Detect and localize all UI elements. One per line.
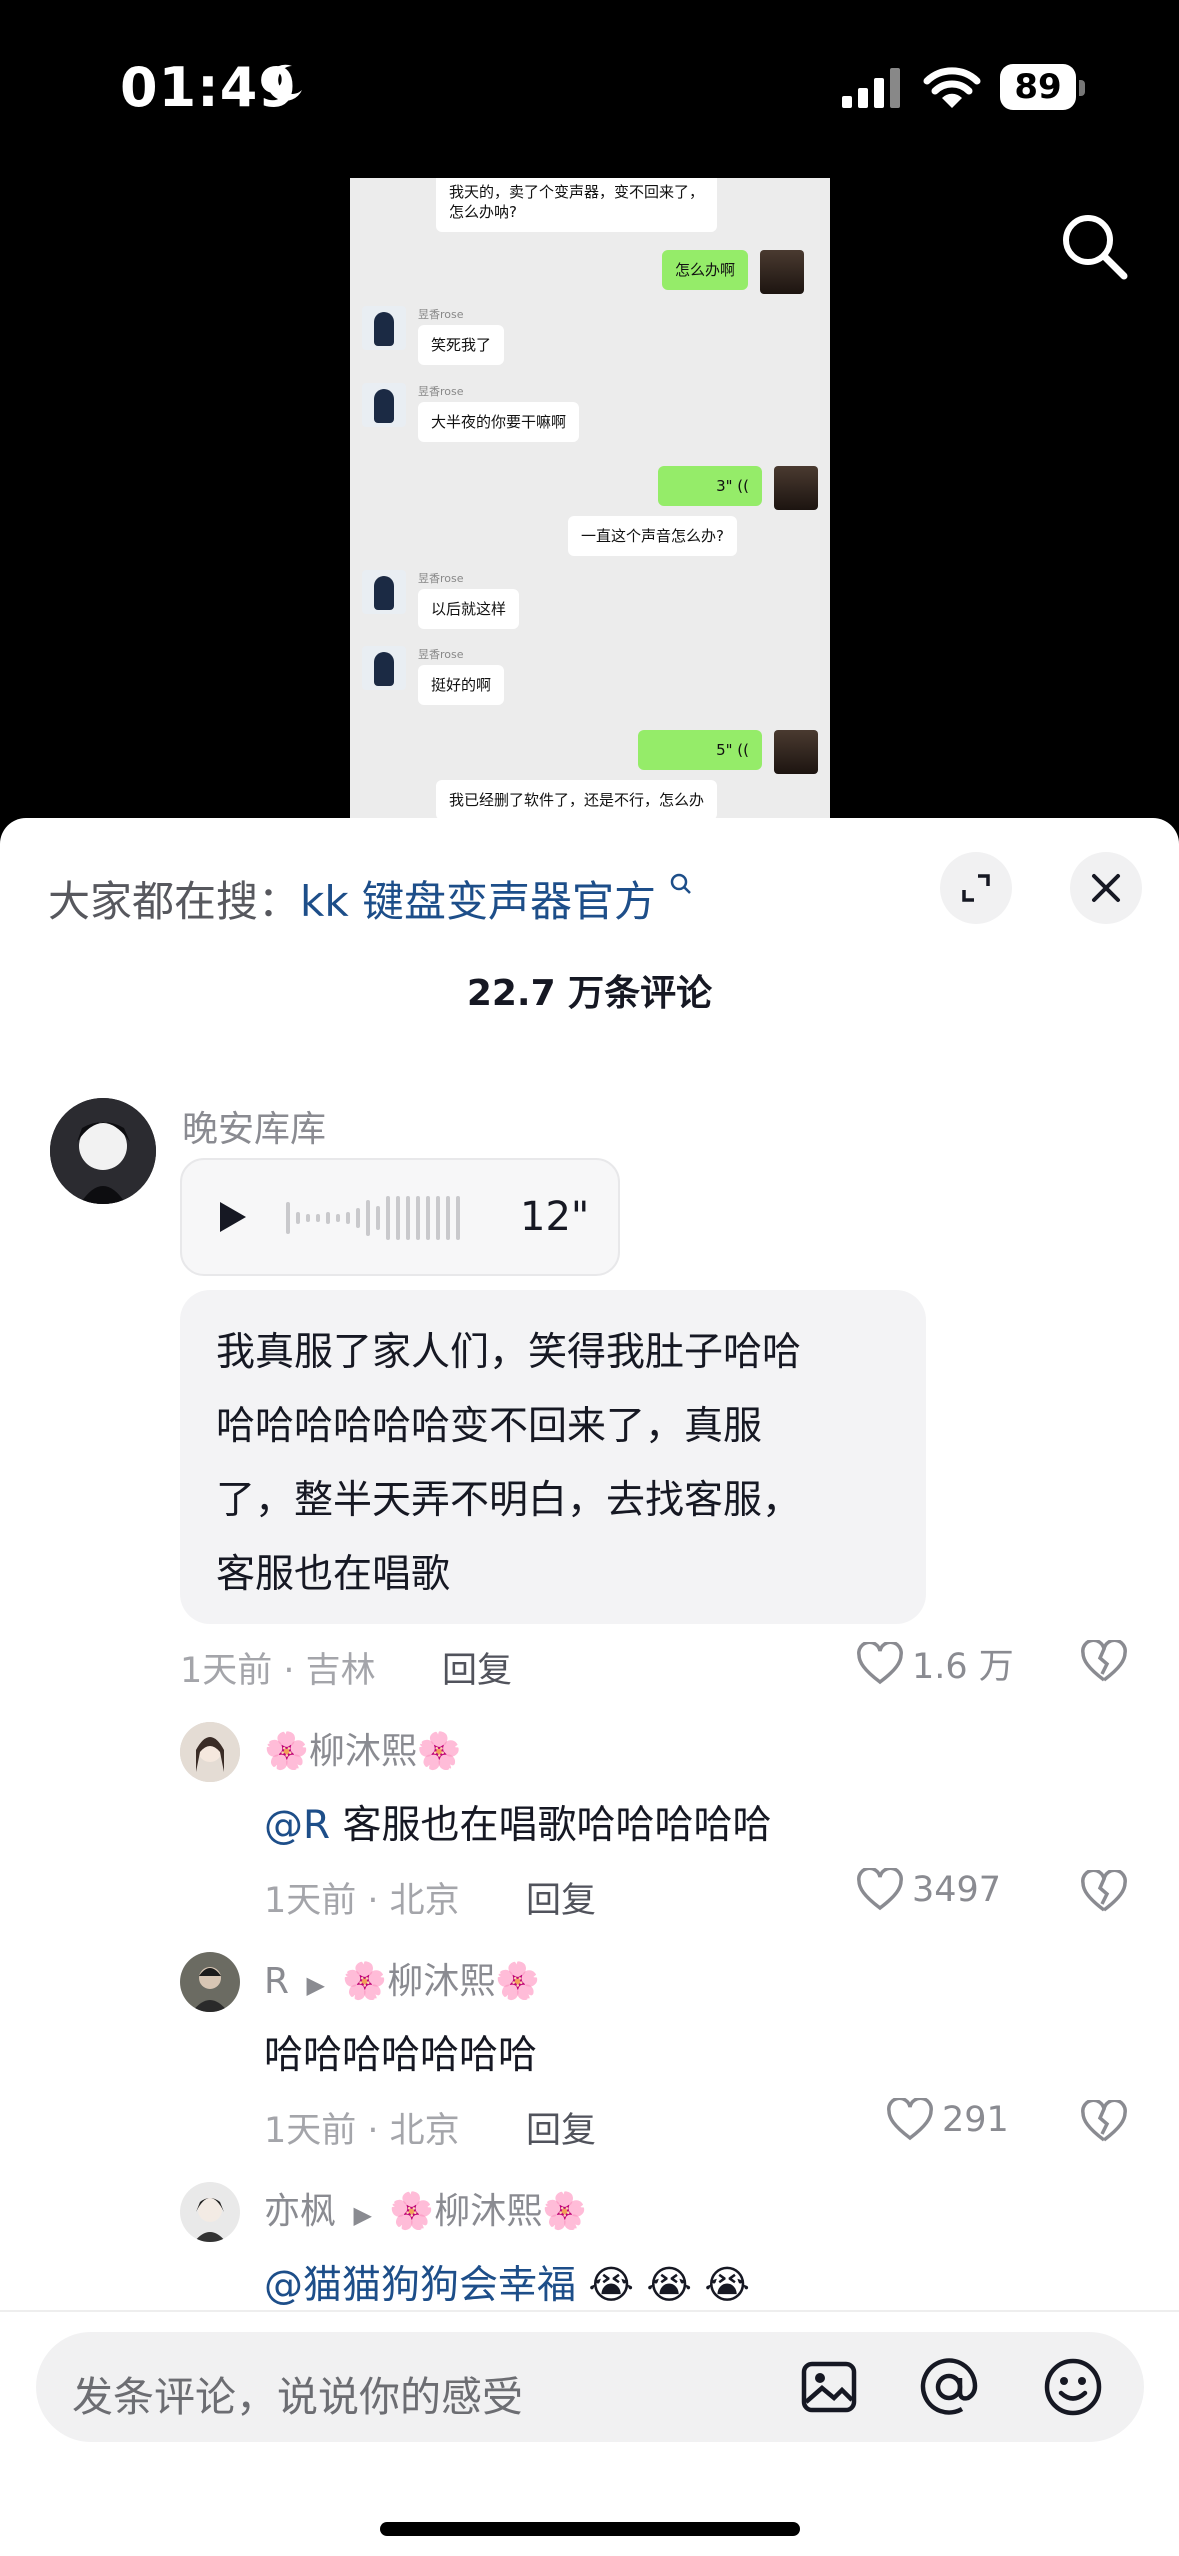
image-icon[interactable] [800, 2358, 858, 2416]
moon-icon [267, 64, 302, 101]
avatar [760, 250, 805, 294]
comment-meta: 1天前 · 北京 [264, 2111, 460, 2151]
avatar [362, 306, 406, 350]
dislike-icon[interactable] [1080, 1640, 1128, 1684]
like-button[interactable]: 1.6 万 [856, 1638, 1014, 1689]
hot-search-link[interactable]: 大家都在搜：kk 键盘变声器官方 [48, 868, 693, 929]
like-count: 291 [942, 2100, 1009, 2140]
comment-text[interactable]: @猫猫狗狗会幸福 😭 😭 😭 [264, 2254, 750, 2310]
comment-text[interactable]: @R 客服也在唱歌哈哈哈哈哈 [264, 1794, 772, 1850]
play-icon [220, 1202, 246, 1232]
like-count: 3497 [912, 1870, 1002, 1910]
chat-message: 一直这个声音怎么办? [568, 516, 737, 556]
chat-message: 怎么办啊 [662, 250, 805, 294]
expand-button[interactable] [940, 852, 1012, 924]
reply-button[interactable]: 回复 [526, 2102, 596, 2153]
reply-button[interactable]: 回复 [442, 1642, 512, 1693]
avatar[interactable] [180, 2182, 240, 2242]
status-bar: 01:49 89 [0, 0, 1179, 280]
comment-meta: 1天前 · 吉林 [180, 1651, 376, 1691]
comment-sheet: 大家都在搜：kk 键盘变声器官方 22.7 万条评论 晚安库库 12" 我真服了… [0, 818, 1179, 2556]
comment-text[interactable]: 哈哈哈哈哈哈哈 [264, 2024, 537, 2080]
heart-icon [857, 1868, 903, 1911]
comment-input-bar: 发条评论，说说你的感受 [0, 2310, 1179, 2556]
like-button[interactable]: 291 [886, 2098, 1009, 2142]
search-icon[interactable] [1058, 210, 1130, 282]
comment-text[interactable]: 我真服了家人们，笑得我肚子哈哈 哈哈哈哈哈哈变不回来了，真服 了，整半天弄不明白… [180, 1290, 926, 1624]
waveform-icon [286, 1196, 460, 1240]
comment-meta: 1天前 · 北京 [264, 1881, 460, 1921]
like-count: 1.6 万 [912, 1647, 1014, 1687]
battery-tip [1079, 80, 1085, 96]
chat-message: 5" (( [638, 730, 818, 774]
comment-username[interactable]: R ▶ 🌸柳沐熙🌸 [264, 1952, 540, 2004]
avatar [774, 730, 818, 774]
heart-icon [887, 2098, 933, 2141]
reply-button[interactable]: 回复 [526, 1872, 596, 1923]
avatar-illustration [50, 1098, 156, 1204]
chat-message: 昱香rose 挺好的啊 [362, 646, 505, 705]
chat-message: 昱香rose 笑死我了 [362, 306, 505, 365]
avatar [362, 383, 406, 427]
chat-message: 昱香rose 大半夜的你要干嘛啊 [362, 383, 580, 442]
comment-input[interactable]: 发条评论，说说你的感受 [36, 2332, 1144, 2442]
dislike-icon[interactable] [1080, 1870, 1128, 1914]
chat-message: 我天的，卖了个变声器，变不回来了， 怎么办呐? [436, 178, 718, 232]
voice-message[interactable]: 12" [180, 1158, 620, 1276]
mention-icon[interactable] [918, 2356, 980, 2418]
home-indicator [380, 2522, 800, 2536]
comment-username[interactable]: 晚安库库 [182, 1100, 326, 1152]
chat-message: 我已经删了软件了，还是不行，怎么办 [436, 780, 718, 820]
battery-indicator: 89 [1000, 64, 1076, 110]
chat-message: 昱香rose 以后就这样 [362, 570, 520, 629]
emoji-icon[interactable] [1042, 2356, 1104, 2418]
close-icon [1092, 874, 1120, 902]
comment-count: 22.7 万条评论 [466, 973, 713, 1014]
close-button[interactable] [1070, 852, 1142, 924]
comment-username[interactable]: 🌸柳沐熙🌸 [264, 1722, 462, 1774]
dislike-icon[interactable] [1080, 2100, 1128, 2144]
comment-username[interactable]: 亦枫 ▶ 🌸柳沐熙🌸 [264, 2182, 587, 2234]
cellular-signal-icon [842, 68, 900, 108]
chat-message: 3" (( [658, 466, 818, 510]
video-chat-screenshot[interactable]: 我天的，卖了个变声器，变不回来了， 怎么办呐? 怎么办啊 昱香rose 笑死我了 昱… [350, 178, 830, 820]
like-button[interactable]: 3497 [856, 1868, 1001, 1912]
avatar [362, 570, 406, 614]
avatar[interactable] [50, 1098, 156, 1204]
search-icon [671, 873, 692, 894]
voice-duration: 12" [520, 1194, 590, 1240]
avatar [774, 466, 818, 510]
avatar[interactable] [180, 1722, 240, 1782]
avatar[interactable] [180, 1952, 240, 2012]
expand-icon [962, 874, 990, 902]
wifi-icon [923, 67, 981, 108]
avatar [362, 646, 406, 690]
heart-icon [857, 1641, 903, 1684]
